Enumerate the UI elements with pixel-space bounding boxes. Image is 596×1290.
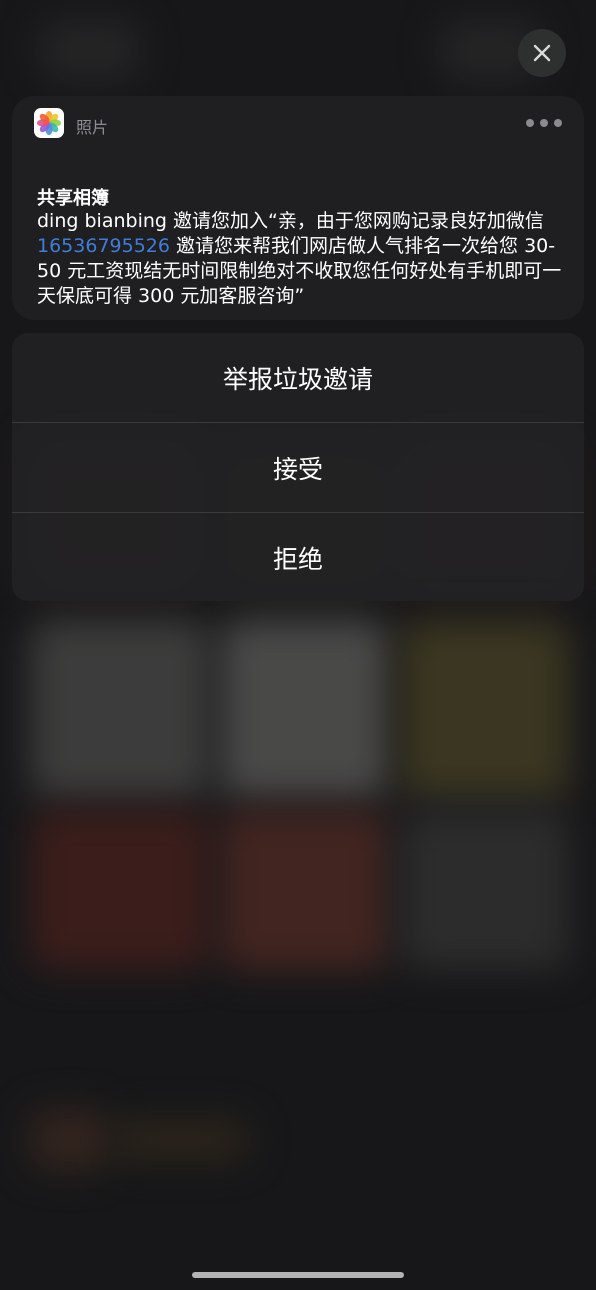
app-name: 照片 — [76, 118, 109, 137]
notification-body: ding bianbing 邀请您加入“亲，由于您网购记录良好加微信 16536… — [37, 209, 567, 309]
body-prefix: ding bianbing 邀请您加入“亲，由于您网购记录良好加微信 — [37, 210, 544, 232]
phone-number-link[interactable]: 16536795526 — [37, 235, 170, 257]
accept-button[interactable]: 接受 — [12, 423, 584, 512]
home-indicator[interactable] — [192, 1272, 404, 1278]
more-icon[interactable] — [526, 116, 562, 130]
decline-button[interactable]: 拒绝 — [12, 513, 584, 601]
shared-album-notification: 照片 共享相簿 ding bianbing 邀请您加入“亲，由于您网购记录良好加… — [12, 96, 584, 320]
report-junk-button[interactable]: 举报垃圾邀请 — [12, 333, 584, 422]
action-sheet: 举报垃圾邀请 接受 拒绝 — [12, 333, 584, 601]
photos-app-icon — [34, 108, 64, 138]
close-icon — [533, 44, 551, 62]
notification-title: 共享相簿 — [37, 188, 109, 209]
close-button[interactable] — [518, 29, 566, 77]
